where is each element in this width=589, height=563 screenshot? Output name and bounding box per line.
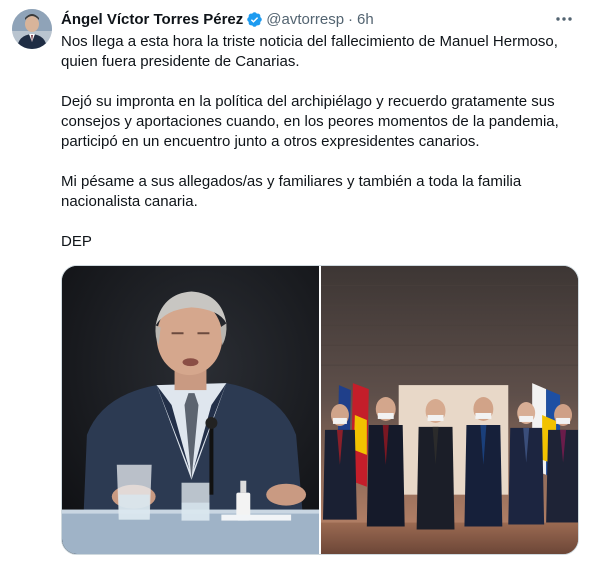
tweet-paragraph-3: Mi pésame a sus allegados/as y familiare… [61, 173, 522, 210]
avatar[interactable] [12, 9, 52, 49]
photo-elderly-man-speaking[interactable] [62, 266, 319, 554]
tweet-paragraph-1: Nos llega a esta hora la triste noticia … [61, 33, 558, 70]
tweet-media-grid [61, 265, 579, 555]
author-display-name[interactable]: Ángel Víctor Torres Pérez [61, 11, 243, 28]
more-dots-glyph [556, 17, 572, 21]
photo-group-of-former-presidents-image [321, 266, 578, 554]
author-handle[interactable]: @avtorresp [266, 11, 344, 28]
photo-group-of-former-presidents[interactable] [321, 266, 578, 554]
tweet-paragraph-2: Dejó su impronta en la política del arch… [61, 93, 559, 150]
tweet: Ángel Víctor Torres Pérez @avtorresp · 6… [0, 0, 589, 563]
verified-badge-icon [247, 11, 263, 27]
tweet-text: Nos llega a esta hora la triste noticia … [61, 32, 581, 252]
photo-elderly-man-speaking-image [62, 266, 319, 554]
tweet-timestamp[interactable]: 6h [357, 11, 374, 28]
more-horizontal-icon[interactable] [553, 9, 575, 29]
tweet-header: Ángel Víctor Torres Pérez @avtorresp · 6… [61, 9, 561, 29]
profile-photo [12, 9, 52, 49]
tweet-paragraph-4: DEP [61, 233, 92, 250]
separator-dot: · [348, 10, 354, 28]
